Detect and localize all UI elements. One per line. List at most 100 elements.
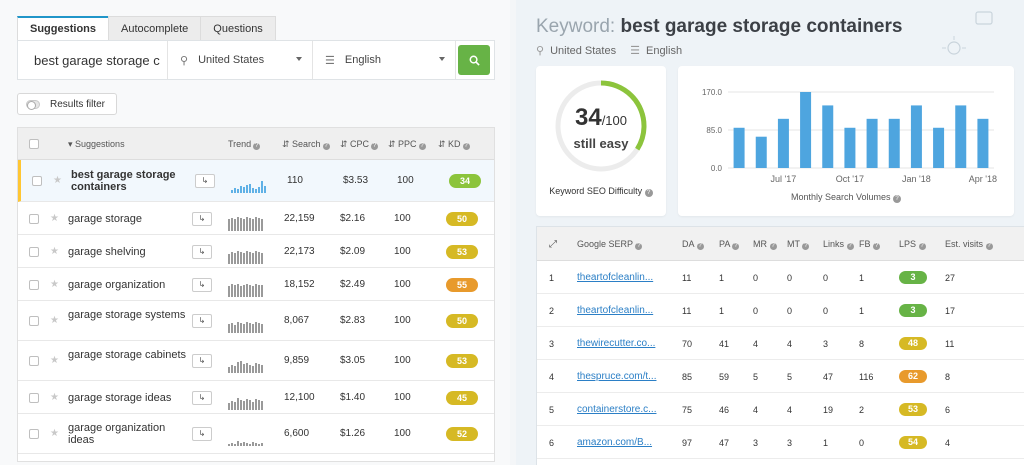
star-icon[interactable]: ★	[50, 428, 59, 439]
language-select[interactable]: ☰ English	[313, 41, 456, 79]
row-checkbox[interactable]	[29, 392, 39, 403]
star-icon[interactable]: ★	[50, 355, 59, 366]
location-pin-icon: ⚲	[180, 54, 189, 67]
keyword-text[interactable]: garage organization ideas	[68, 422, 190, 446]
search-keyword-button[interactable]: ↳	[192, 427, 212, 441]
table-row[interactable]: ★ garage organization ↳ 18,152 $2.49 100 55	[18, 268, 494, 301]
trend-bar	[234, 401, 236, 410]
row-checkbox[interactable]	[29, 429, 39, 439]
serp-row: 6 amazon.com/B... 97 47 3 3 1 0 54 4	[537, 426, 1024, 459]
serp-mt: 5	[787, 372, 793, 382]
row-checkbox[interactable]	[29, 356, 39, 366]
keyword-text[interactable]: garage shelving	[68, 246, 190, 258]
keyword-text[interactable]: garage organization	[68, 279, 190, 291]
row-checkbox[interactable]	[32, 176, 42, 186]
serp-url-link[interactable]: thespruce.com/t...	[577, 371, 656, 382]
serp-url-link[interactable]: theartofcleanlin...	[577, 305, 653, 316]
expand-icon[interactable]: ⤢	[549, 239, 557, 250]
tab-questions[interactable]: Questions	[200, 16, 276, 40]
trend-bar	[231, 217, 233, 231]
volume-bar	[933, 127, 945, 168]
col-kd[interactable]: ⇵ KD?	[438, 139, 470, 150]
help-icon: ?	[418, 143, 426, 150]
trend-bar	[240, 285, 242, 297]
ppc-value: 100	[394, 355, 411, 366]
serp-col-header: MT ?	[787, 239, 810, 250]
tab-bar: Suggestions Autocomplete Questions	[17, 16, 276, 40]
serp-url-link[interactable]: amazon.com/B...	[577, 437, 652, 448]
toggle-icon[interactable]	[26, 99, 40, 110]
search-keyword-button[interactable]: ↳	[192, 390, 212, 405]
cpc-value: $2.83	[340, 315, 366, 326]
serp-url-link[interactable]: theartofcleanlin...	[577, 272, 653, 283]
trend-bar	[261, 181, 263, 193]
table-row[interactable]: ★ garage shelving ↳ 22,173 $2.09 100 53	[18, 235, 494, 268]
volume-bar	[777, 118, 789, 168]
keyword-text[interactable]: garage storage systems	[68, 309, 190, 321]
results-filter-button[interactable]: Results filter	[17, 93, 117, 115]
trend-bar	[234, 444, 236, 446]
trend-bar	[255, 189, 257, 193]
trend-bar	[261, 284, 263, 297]
help-icon: ?	[696, 243, 704, 250]
tab-suggestions[interactable]: Suggestions	[17, 16, 110, 40]
col-search[interactable]: ⇵ Search?	[282, 139, 330, 150]
search-keyword-button[interactable]: ↳	[195, 174, 215, 188]
star-icon[interactable]: ★	[50, 213, 59, 224]
star-icon[interactable]: ★	[50, 279, 59, 290]
serp-row: 4 thespruce.com/t... 85 59 5 5 47 116 62 8	[537, 360, 1024, 393]
table-row[interactable]: ★ garage organization ideas ↳ 6,600 $1.26 100…	[18, 414, 494, 454]
table-row[interactable]: ★ garage storage ↳ 22,159 $2.16 100 50	[18, 202, 494, 235]
col-suggestions[interactable]: ▾ Suggestions	[68, 139, 125, 150]
keyword-text[interactable]: garage storage ideas	[68, 392, 190, 404]
star-icon[interactable]: ★	[50, 315, 59, 326]
keyword-text[interactable]: garage storage cabinets	[68, 349, 190, 361]
col-ppc[interactable]: ⇵ PPC?	[388, 139, 426, 150]
kd-badge: 53	[446, 354, 478, 368]
table-row[interactable]: ★ garage storage ideas ↳ 12,100 $1.40 100 45	[18, 381, 494, 414]
seo-difficulty-card: 34/100 still easy Keyword SEO Difficulty…	[536, 66, 666, 216]
trend-bar	[231, 443, 233, 446]
row-checkbox[interactable]	[29, 279, 39, 290]
search-keyword-button[interactable]: ↳	[192, 314, 212, 328]
search-keyword-button[interactable]: ↳	[192, 211, 212, 226]
star-icon[interactable]: ★	[50, 246, 59, 257]
search-button[interactable]	[458, 45, 490, 75]
row-checkbox[interactable]	[29, 246, 39, 257]
serp-links: 0	[823, 306, 829, 316]
star-icon[interactable]: ★	[50, 392, 59, 403]
trend-bar	[249, 251, 251, 264]
location-select[interactable]: ⚲ United States	[168, 41, 313, 79]
table-row[interactable]: ★ garage storage systems ↳ 8,067 $2.83 100 50	[18, 301, 494, 341]
serp-url-link[interactable]: thewirecutter.co...	[577, 338, 655, 349]
search-keyword-button[interactable]: ↳	[192, 354, 212, 368]
serp-fb: 1	[859, 306, 865, 316]
tab-autocomplete[interactable]: Autocomplete	[108, 16, 202, 40]
trend-bar	[255, 443, 257, 446]
search-keyword-button[interactable]: ↳	[192, 277, 212, 292]
row-checkbox[interactable]	[29, 316, 39, 326]
kd-badge: 34	[449, 174, 481, 188]
keyword-text[interactable]: best garage storage containers	[71, 169, 193, 193]
table-row[interactable]: ★ best garage storage containers ↳ 110 $3.53…	[18, 160, 494, 202]
trend-bar	[252, 188, 254, 193]
select-all-checkbox[interactable]	[29, 139, 39, 149]
row-checkbox[interactable]	[29, 213, 39, 224]
trend-bar	[261, 218, 263, 231]
volume-chart-svg: 170.0 85.0 0.0 Jul '17 Oct '17 Jan '18 Apr '18	[702, 88, 997, 184]
serp-visits: 17	[945, 306, 956, 316]
search-keyword-button[interactable]: ↳	[192, 244, 212, 259]
col-cpc[interactable]: ⇵ CPC?	[340, 139, 379, 150]
kd-badge: 52	[446, 427, 478, 441]
star-icon[interactable]: ★	[53, 175, 62, 186]
keyword-input[interactable]	[18, 41, 168, 79]
serp-mr: 4	[753, 405, 759, 415]
keyword-text[interactable]: garage storage	[68, 213, 190, 225]
chevron-down-icon	[439, 57, 445, 61]
serp-url-link[interactable]: containerstore.c...	[577, 404, 656, 415]
table-row[interactable]: ★ garage storage cabinets ↳ 9,859 $3.05 100 53	[18, 341, 494, 381]
cpc-value: $1.40	[340, 391, 366, 403]
decorative-doodle-icon	[942, 11, 993, 55]
kd-badge: 50	[446, 211, 478, 226]
trend-bar	[258, 323, 260, 333]
